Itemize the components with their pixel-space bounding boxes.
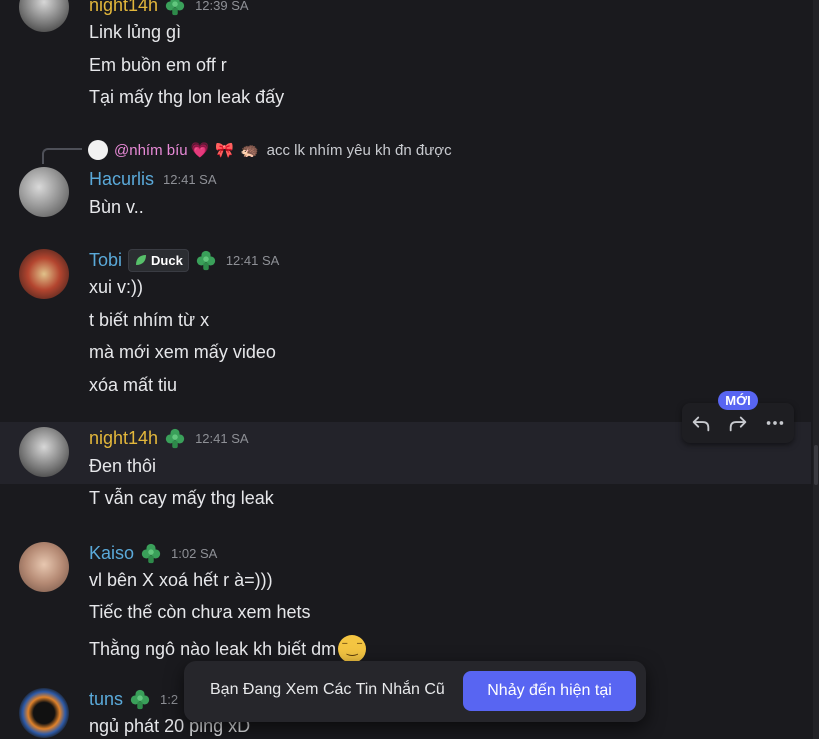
reply-text: acc lk nhím yêu kh đn được bbox=[266, 141, 452, 159]
username[interactable]: night14h bbox=[89, 428, 158, 449]
message-text: xóa mất tiu bbox=[89, 375, 178, 395]
username[interactable]: Hacurlis bbox=[89, 169, 154, 190]
avatar[interactable] bbox=[19, 427, 69, 477]
disappointed-emoji-icon: ‾‿‾ bbox=[338, 635, 367, 663]
avatar[interactable] bbox=[19, 0, 69, 32]
message-text: Bùn v.. bbox=[89, 197, 144, 217]
username[interactable]: Tobi bbox=[89, 250, 122, 271]
timestamp: 12:41 SA bbox=[195, 430, 249, 446]
avatar[interactable] bbox=[19, 688, 69, 738]
jump-to-present-button[interactable]: Nhảy đến hiện tại bbox=[463, 671, 636, 711]
username[interactable]: Kaiso bbox=[89, 543, 134, 564]
hedgehog-icon: 🦔 bbox=[239, 142, 259, 159]
bow-icon: 🎀 bbox=[215, 142, 234, 159]
timestamp: 12:39 SA bbox=[195, 0, 249, 13]
timestamp: 1:2 bbox=[160, 691, 179, 707]
reply-preview[interactable]: @nhím bíu 💗 🎀 🦔 acc lk nhím yêu kh đn đư… bbox=[88, 140, 452, 160]
role-tag-label: Duck bbox=[151, 252, 183, 268]
message-text: T vẫn cay mấy thg leak bbox=[89, 488, 274, 508]
more-icon[interactable] bbox=[761, 409, 789, 437]
message-text: t biết nhím từ x bbox=[89, 310, 210, 330]
message-text: Tiếc thế còn chưa xem hets bbox=[89, 602, 311, 622]
scrollbar-thumb[interactable] bbox=[814, 445, 818, 485]
heart-icon: 💗 bbox=[190, 142, 210, 159]
message-text: Tại mấy thg lon leak đấy bbox=[89, 87, 285, 107]
clover-badge-icon bbox=[164, 0, 186, 16]
avatar[interactable] bbox=[19, 167, 69, 217]
forward-icon[interactable] bbox=[724, 409, 752, 437]
message-text: Thằng ngô nào leak kh biết dm bbox=[89, 638, 337, 659]
reply-avatar bbox=[88, 140, 108, 160]
message-text: Đen thôi bbox=[89, 456, 157, 476]
avatar[interactable] bbox=[19, 249, 69, 299]
timestamp: 1:02 SA bbox=[171, 545, 218, 561]
avatar[interactable] bbox=[19, 542, 69, 592]
new-badge: MỚI bbox=[718, 391, 758, 410]
message-text: Link lủng gì bbox=[89, 22, 182, 42]
clover-badge-icon bbox=[195, 249, 217, 271]
scrollbar[interactable] bbox=[813, 0, 819, 739]
clover-badge-icon bbox=[164, 427, 186, 449]
reply-icon[interactable] bbox=[687, 409, 715, 437]
message-text: Em buồn em off r bbox=[89, 55, 227, 75]
leaf-icon bbox=[136, 255, 147, 265]
reply-mention[interactable]: @nhím bíu bbox=[114, 142, 188, 159]
reply-spine bbox=[42, 148, 82, 164]
timestamp: 12:41 SA bbox=[163, 171, 217, 187]
username[interactable]: night14h bbox=[89, 0, 158, 16]
message-text: mà mới xem mấy video bbox=[89, 342, 276, 362]
message-text: xui v:)) bbox=[89, 277, 143, 297]
timestamp: 12:41 SA bbox=[225, 252, 280, 268]
clover-badge-icon bbox=[129, 688, 151, 710]
username[interactable]: tuns bbox=[89, 689, 123, 710]
jump-to-present-bar: Bạn Đang Xem Các Tin Nhắn Cũ Nhảy đến hi… bbox=[184, 661, 646, 722]
old-messages-text: Bạn Đang Xem Các Tin Nhắn Cũ bbox=[210, 681, 445, 698]
clover-badge-icon bbox=[140, 542, 162, 564]
role-tag: Duck bbox=[128, 248, 189, 272]
message-text: vl bên X xoá hết r à=))) bbox=[89, 570, 273, 590]
